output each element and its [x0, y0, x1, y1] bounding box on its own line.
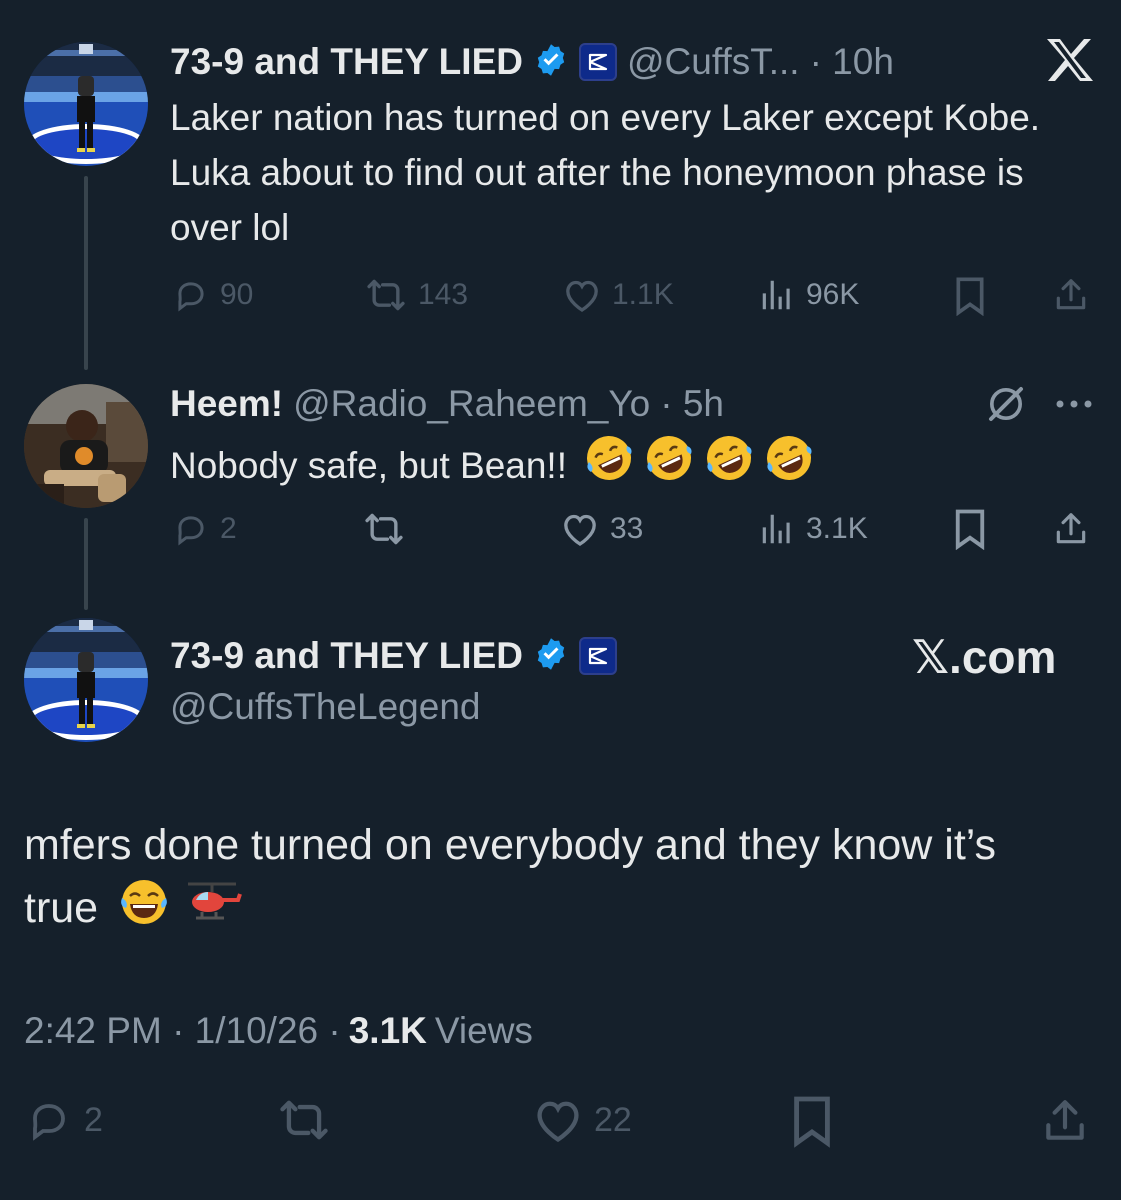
tweet2-view-count: 3.1K — [806, 512, 868, 545]
avatar-heem[interactable] — [24, 384, 148, 508]
rolling-on-floor-laughing-emoji-icon — [703, 432, 755, 499]
tweet2-like-count: 33 — [610, 512, 644, 545]
affiliate-badge-icon[interactable] — [578, 637, 617, 675]
share-icon — [1056, 279, 1086, 310]
tweet1-like-count: 1.1K — [612, 278, 674, 311]
bookmark-icon — [955, 509, 985, 550]
tweet3-share-button[interactable] — [1040, 1096, 1090, 1146]
share-icon — [1046, 1100, 1084, 1140]
thread-line-2 — [84, 518, 88, 610]
tweet3-bookmark-button[interactable] — [790, 1094, 834, 1148]
x-com-watermark: 𝕏.com — [912, 631, 1057, 683]
repost-icon — [365, 513, 403, 545]
repost-icon — [367, 279, 405, 311]
heart-icon — [537, 1101, 579, 1143]
tweet2-share-button[interactable] — [1052, 510, 1090, 548]
x-logo-icon[interactable] — [1046, 38, 1094, 87]
verified-badge-icon — [533, 636, 569, 677]
tweet2-text-row: Nobody safe, but Bean!! — [170, 432, 1070, 499]
verified-badge-icon — [533, 42, 569, 83]
tweet1-view-count: 96K — [806, 278, 860, 311]
tweet1-reply-button[interactable]: 90 — [172, 276, 253, 314]
tweet2-reply-button[interactable]: 2 — [172, 510, 237, 548]
tweet3-view-count: 3.1K — [348, 1010, 427, 1051]
tweet2-bookmark-button[interactable] — [952, 508, 988, 550]
tweet1-handle[interactable]: @CuffsT... — [627, 41, 800, 83]
tweet3-views-label: Views — [434, 1010, 533, 1051]
reply-icon — [33, 1104, 65, 1141]
share-icon — [1056, 513, 1086, 544]
tweet3-like-count: 22 — [594, 1100, 632, 1139]
tweet1-repost-button[interactable]: 143 — [364, 276, 468, 314]
views-icon — [762, 514, 790, 544]
heart-icon — [564, 514, 596, 546]
tweet1-share-button[interactable] — [1052, 276, 1090, 314]
more-options-icon[interactable] — [1054, 396, 1094, 417]
tweet2-reply-count: 2 — [220, 512, 237, 545]
views-icon — [762, 280, 790, 310]
tweet1-views-button[interactable]: 96K — [758, 276, 859, 314]
rolling-on-floor-laughing-emoji-icon — [583, 432, 635, 499]
face-with-tears-of-joy-emoji-icon — [118, 876, 170, 945]
tweet2-views-button[interactable]: 3.1K — [758, 510, 868, 548]
tweet1-like-button[interactable]: 1.1K — [562, 276, 674, 314]
helicopter-emoji-icon — [182, 876, 242, 945]
tweet1-bookmark-button[interactable] — [952, 276, 988, 316]
tweet3-text-block: mfers done turned on everybody and they … — [24, 814, 1064, 945]
tweet1-text: Laker nation has turned on every Laker e… — [170, 97, 1041, 248]
tweet2-time[interactable]: · 5h — [660, 383, 724, 425]
tweet3-handle[interactable]: @CuffsTheLegend — [170, 686, 480, 728]
tweet2-handle[interactable]: @Radio_Raheem_Yo — [293, 383, 650, 425]
tweet3-like-button[interactable]: 22 — [532, 1096, 632, 1144]
tweet1-reply-count: 90 — [220, 278, 254, 311]
tweet2-text: Nobody safe, but Bean!! — [170, 445, 567, 486]
tweet1-display-name[interactable]: 73-9 and THEY LIED — [170, 41, 523, 83]
thread-line-1 — [84, 176, 88, 370]
tweet3-reply-count: 2 — [84, 1100, 103, 1139]
reply-icon — [178, 516, 204, 546]
tweet3-repost-button[interactable] — [276, 1096, 332, 1144]
tweet3-reply-button[interactable]: 2 — [24, 1096, 103, 1144]
repost-icon — [280, 1100, 328, 1140]
tweet3-timestamp[interactable]: 2:42 PM · 1/10/26 · — [24, 1010, 341, 1052]
tweet2-header: Heem! @Radio_Raheem_Yo · 5h — [170, 382, 724, 426]
tweet3-meta: 2:42 PM · 1/10/26 · 3.1K Views — [24, 1010, 533, 1052]
tweet2-like-button[interactable]: 33 — [560, 510, 643, 548]
tweet1-repost-count: 143 — [418, 278, 469, 311]
tweet2-display-name[interactable]: Heem! — [170, 383, 283, 425]
reply-icon — [178, 282, 204, 312]
rolling-on-floor-laughing-emoji-icon — [763, 432, 815, 499]
tweet1-header: 73-9 and THEY LIED @CuffsT... · 10h — [170, 40, 894, 84]
rolling-on-floor-laughing-emoji-icon — [643, 432, 695, 499]
bookmark-icon — [794, 1096, 830, 1148]
avatar-cuffs[interactable] — [24, 42, 148, 166]
grok-icon[interactable] — [986, 384, 1026, 429]
avatar-cuffs[interactable] — [24, 618, 148, 742]
heart-icon — [566, 280, 598, 312]
tweet3-header: 73-9 and THEY LIED — [170, 634, 617, 678]
tweet1-time[interactable]: · 10h — [810, 41, 894, 83]
affiliate-badge-icon[interactable] — [578, 43, 617, 81]
tweet3-display-name[interactable]: 73-9 and THEY LIED — [170, 635, 523, 677]
tweet2-repost-button[interactable] — [362, 510, 406, 548]
bookmark-icon — [956, 277, 984, 316]
